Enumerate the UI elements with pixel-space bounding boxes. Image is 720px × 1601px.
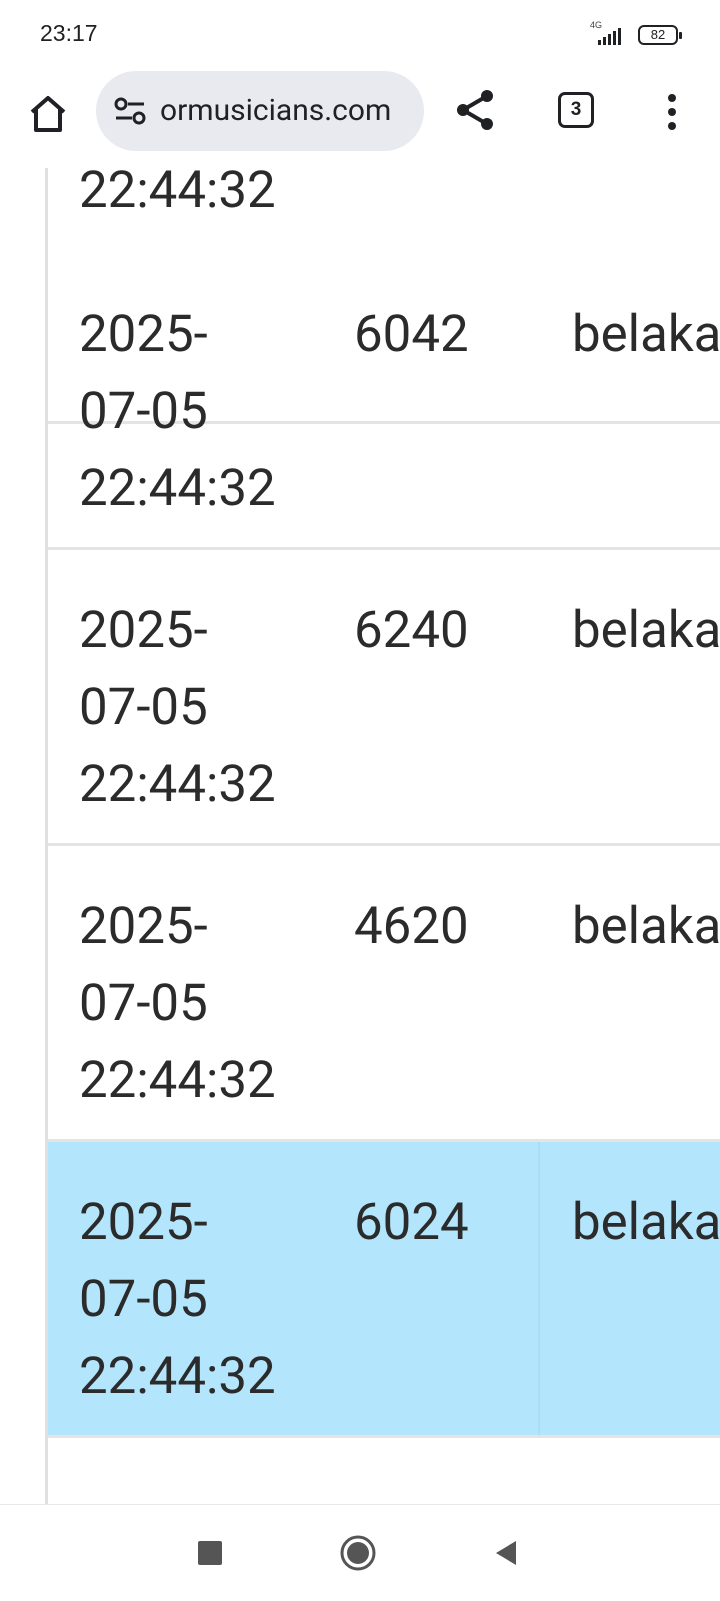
status-bar: 23:17 4G 82 bbox=[0, 0, 720, 68]
address-bar[interactable]: ormusicians.com bbox=[96, 71, 424, 151]
home-nav-icon[interactable] bbox=[340, 1535, 376, 1571]
recents-button[interactable] bbox=[198, 1541, 222, 1565]
table-row-highlighted: 2025- 07-05 22:44:32 6024 belaka bbox=[48, 1142, 720, 1438]
table-row: 2025- 07-05 22:44:32 6240 belaka bbox=[48, 550, 720, 846]
date-cell: 2025- 07-05 22:44:32 bbox=[79, 305, 276, 518]
more-menu-icon[interactable] bbox=[660, 90, 684, 134]
number-cell: 4620 bbox=[354, 897, 469, 956]
number-cell: 6240 bbox=[354, 601, 469, 660]
back-icon[interactable] bbox=[494, 1539, 518, 1567]
user-cell: belaka bbox=[572, 305, 720, 364]
tab-count: 3 bbox=[570, 99, 582, 120]
home-icon[interactable] bbox=[24, 90, 72, 138]
status-time: 23:17 bbox=[40, 20, 98, 46]
number-cell: 6042 bbox=[354, 305, 469, 364]
number-cell: 6024 bbox=[354, 1193, 469, 1252]
tab-switcher-button[interactable]: 3 bbox=[558, 92, 594, 128]
row-time-partial: 22:44:32 bbox=[79, 168, 276, 220]
url-text[interactable]: ormusicians.com bbox=[160, 93, 391, 128]
date-cell: 2025- 07-05 22:44:32 bbox=[79, 897, 276, 1110]
battery-level: 82 bbox=[650, 27, 666, 42]
share-icon[interactable] bbox=[454, 88, 498, 132]
user-cell: belaka bbox=[572, 601, 720, 660]
date-cell: 2025- 07-05 22:44:32 bbox=[79, 601, 276, 814]
date-cell: 2025- 07-05 22:44:32 bbox=[79, 1193, 276, 1406]
system-nav-bar bbox=[0, 1504, 720, 1601]
table-row: 2025- 07-05 22:44:32 6042 belaka bbox=[48, 254, 720, 550]
table-row: 2025- 07-05 22:44:32 4620 belaka bbox=[48, 846, 720, 1142]
cell-separator bbox=[538, 1142, 540, 1435]
battery-icon: 82 bbox=[638, 25, 682, 45]
site-settings-icon[interactable] bbox=[114, 97, 146, 125]
user-cell: belaka bbox=[572, 1193, 720, 1252]
user-cell: belaka bbox=[572, 897, 720, 956]
browser-toolbar: ormusicians.com 3 bbox=[0, 68, 720, 169]
page-content[interactable]: 22:44:32 2025- 07-05 22:44:32 6042 belak… bbox=[0, 168, 720, 1504]
signal-icon bbox=[598, 28, 621, 45]
